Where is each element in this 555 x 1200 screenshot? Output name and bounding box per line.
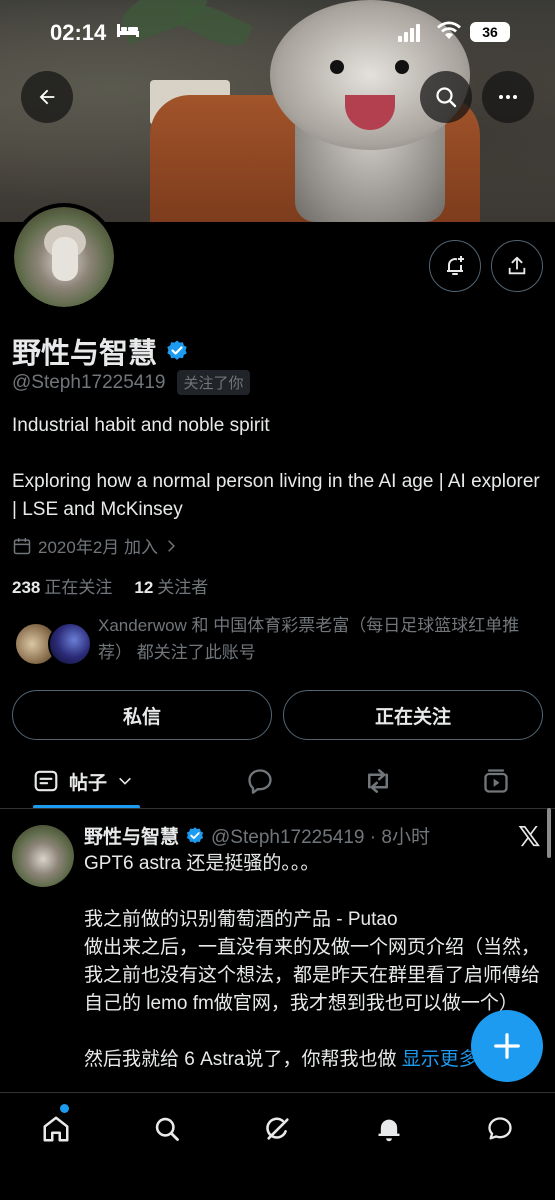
- follows-you-badge: 关注了你: [177, 370, 250, 395]
- plus-icon: [494, 1033, 520, 1059]
- joined-date: 2020年2月 加入: [38, 538, 158, 557]
- tweet-avatar[interactable]: [12, 825, 74, 887]
- profile-name: 野性与智慧: [12, 338, 158, 370]
- mutual-followers-text: Xanderwow 和 中国体育彩票老富（每日足球篮球红单推荐） 都关注了此账号: [98, 616, 520, 662]
- tweet-author-name[interactable]: 野性与智慧: [84, 822, 179, 849]
- notify-button[interactable]: [429, 240, 481, 292]
- tab-replies[interactable]: [238, 755, 282, 807]
- search-icon: [155, 1117, 179, 1141]
- notifications-icon: [378, 1119, 400, 1142]
- chevron-right-icon: [168, 539, 175, 552]
- verified-badge-icon: [186, 826, 204, 843]
- following-button[interactable]: 正在关注: [283, 690, 543, 740]
- bottom-nav: [0, 1092, 555, 1200]
- message-button[interactable]: 私信: [12, 690, 272, 740]
- tabs-divider: [0, 808, 555, 809]
- messages-icon: [488, 1117, 512, 1140]
- share-icon: [508, 256, 526, 275]
- mutual-avatar: [48, 622, 92, 666]
- status-time: 02:14: [50, 20, 107, 45]
- tab-retweets[interactable]: [356, 755, 400, 807]
- more-button[interactable]: [482, 71, 534, 123]
- profile-bio-line2: Exploring how a normal person living in …: [12, 471, 540, 520]
- wifi-icon: [436, 20, 462, 45]
- tweet-header: 野性与智慧 @Steph17225419 · 8小时: [84, 822, 430, 849]
- joined-date-row[interactable]: 2020年2月 加入: [12, 533, 178, 558]
- profile-handle-row: @Steph17225419 关注了你: [12, 370, 250, 395]
- nav-grok[interactable]: [256, 1107, 300, 1151]
- follow-stats: 238 正在关注 12 关注者: [12, 573, 208, 598]
- back-button[interactable]: [21, 71, 73, 123]
- media-icon: [484, 769, 508, 793]
- more-icon: [499, 95, 517, 99]
- calendar-icon: [13, 537, 31, 554]
- mutual-followers[interactable]: Xanderwow 和 中国体育彩票老富（每日足球篮球红单推荐） 都关注了此账号: [12, 612, 542, 672]
- tab-media[interactable]: [474, 755, 518, 807]
- following-button-label: 正在关注: [374, 706, 451, 728]
- arrow-left-icon: [39, 89, 55, 105]
- nav-search[interactable]: [145, 1107, 189, 1151]
- nav-home[interactable]: [34, 1107, 78, 1151]
- followers-stat[interactable]: 12 关注者: [134, 573, 208, 598]
- profile-avatar[interactable]: [10, 203, 118, 311]
- status-bar: 02:14 36: [0, 0, 555, 64]
- chevron-down-icon: [119, 777, 131, 785]
- tweet-handle-time: @Steph17225419 · 8小时: [211, 827, 430, 848]
- signal-icon: [398, 22, 422, 42]
- search-icon: [436, 87, 457, 108]
- nav-messages[interactable]: [478, 1107, 522, 1151]
- search-button[interactable]: [420, 71, 472, 123]
- reply-icon: [248, 769, 272, 794]
- profile-name-row: 野性与智慧: [12, 330, 189, 372]
- show-more-link[interactable]: 显示更多: [402, 1049, 478, 1070]
- home-notification-dot: [60, 1104, 69, 1113]
- retweet-icon: [368, 769, 388, 793]
- home-icon: [43, 1116, 69, 1142]
- verified-badge-icon[interactable]: [165, 339, 189, 363]
- tab-posts-label: 帖子: [69, 772, 108, 794]
- bell-plus-icon: [447, 256, 464, 275]
- following-stat[interactable]: 238 正在关注: [12, 573, 112, 598]
- bed-icon: [116, 22, 140, 43]
- x-logo-icon: 𝕏: [518, 821, 541, 852]
- posts-icon: [34, 770, 58, 792]
- profile-bio-line1: Industrial habit and noble spirit: [12, 415, 270, 436]
- profile-handle: @Steph17225419: [12, 371, 166, 393]
- battery-icon: 36: [470, 22, 510, 42]
- message-button-label: 私信: [122, 706, 161, 728]
- nav-notifications[interactable]: [367, 1107, 411, 1151]
- share-button[interactable]: [491, 240, 543, 292]
- profile-tabs: 帖子: [0, 755, 555, 809]
- grok-icon: [266, 1117, 289, 1140]
- tab-posts[interactable]: 帖子: [33, 755, 158, 807]
- compose-button[interactable]: [471, 1010, 543, 1082]
